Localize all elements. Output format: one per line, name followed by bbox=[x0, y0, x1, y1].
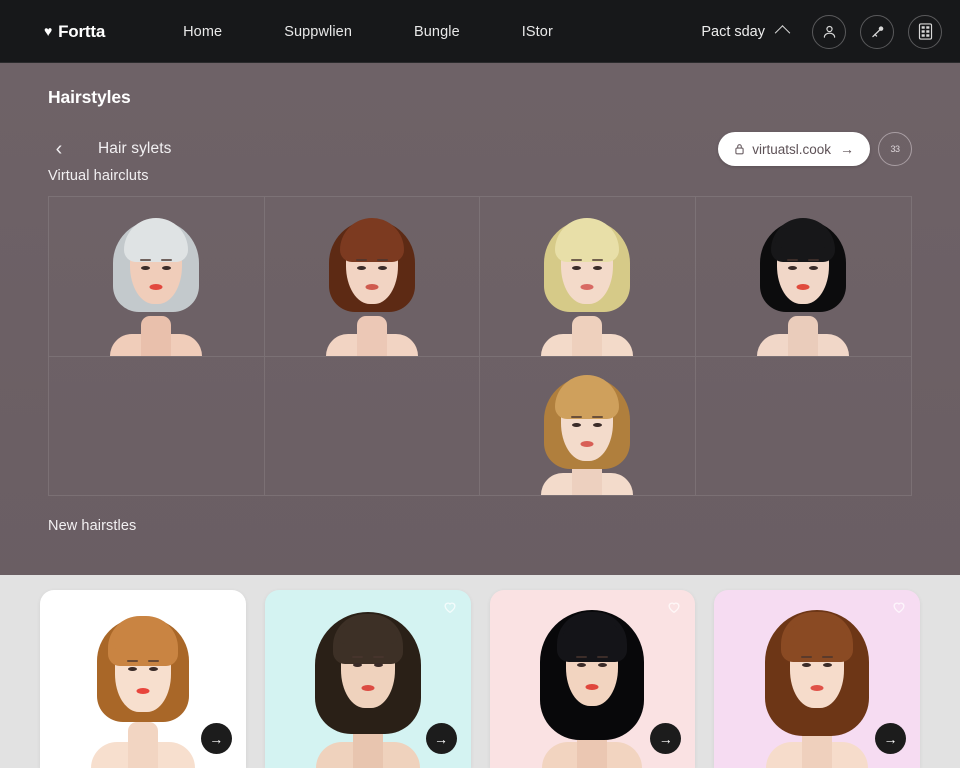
heart-icon[interactable] bbox=[666, 599, 682, 615]
account-icon bbox=[823, 25, 835, 38]
haircut-cell-silver-bob[interactable] bbox=[49, 197, 265, 357]
haircut-cell-empty-1 bbox=[49, 357, 265, 495]
nav-link-home[interactable]: Home bbox=[183, 24, 222, 40]
portrait-black-pixie bbox=[743, 206, 863, 356]
portrait-black-curls bbox=[526, 596, 658, 768]
card-arrow-button[interactable]: → bbox=[650, 723, 682, 754]
breadcrumb-row: ‹ Hair sylets virtuatsl.cook → 33 bbox=[0, 108, 960, 168]
nav-link-suppwlien[interactable]: Suppwlien bbox=[284, 24, 352, 40]
nav-dropdown-label: Pact sday bbox=[701, 23, 765, 40]
page-body: Hairstyles ‹ Hair sylets virtuatsl.cook … bbox=[0, 63, 960, 768]
card-arrow-button[interactable]: → bbox=[425, 723, 457, 754]
chevron-left-icon[interactable]: ‹ bbox=[48, 138, 70, 160]
breadcrumb-actions: virtuatsl.cook → 33 bbox=[718, 132, 912, 166]
grid-panel-icon-button[interactable] bbox=[908, 14, 942, 49]
chevron-up-icon bbox=[774, 25, 791, 41]
haircut-cell-empty-2 bbox=[265, 357, 480, 495]
brand-name: Fortta bbox=[58, 21, 106, 41]
virtual-haircuts-grid bbox=[48, 196, 912, 496]
portrait-brunette-waves bbox=[302, 596, 434, 768]
portrait-auburn-wavy bbox=[751, 596, 883, 768]
nav-link-bungle[interactable]: Bungle bbox=[414, 24, 460, 40]
portrait-ginger-bob bbox=[79, 600, 207, 768]
grid-panel-icon bbox=[918, 23, 932, 40]
page-title: Hairstyles bbox=[48, 87, 131, 107]
brand-logo[interactable]: ♥ Fortta bbox=[44, 22, 105, 42]
haircut-cell-black-pixie[interactable] bbox=[695, 197, 911, 357]
heart-icon[interactable] bbox=[891, 599, 907, 615]
card-arrow-button[interactable]: → bbox=[875, 723, 906, 754]
haircut-cell-blonde-bangs[interactable] bbox=[480, 197, 696, 357]
nav-links: Home Suppwlien Bungle IStor bbox=[183, 24, 553, 40]
arrow-right-icon: → bbox=[840, 141, 854, 157]
lock-icon bbox=[734, 143, 745, 155]
heart-icon: ♥ bbox=[44, 22, 53, 39]
portrait-honey-bob bbox=[535, 363, 639, 495]
portrait-auburn-bob bbox=[312, 206, 432, 356]
new-hairstyles-cards: → → → → bbox=[0, 590, 960, 768]
url-pill-text: virtuatsl.cook bbox=[752, 141, 831, 157]
portrait-blonde-bangs bbox=[527, 206, 647, 356]
key-icon-button[interactable] bbox=[860, 14, 894, 49]
url-pill-button[interactable]: virtuatsl.cook → bbox=[718, 132, 870, 166]
nav-right-group: Pact sday bbox=[701, 14, 942, 49]
hairstyle-card-black-curls[interactable]: → bbox=[489, 590, 696, 768]
card-arrow-button[interactable]: → bbox=[200, 723, 232, 754]
top-navbar: ♥ Fortta Home Suppwlien Bungle IStor Pac… bbox=[0, 0, 960, 63]
ghost-round-button[interactable]: 33 bbox=[878, 132, 912, 166]
hairstyle-card-ginger-bob[interactable]: → bbox=[40, 590, 246, 768]
nav-dropdown-pact-sday[interactable]: Pact sday bbox=[701, 23, 791, 41]
haircut-cell-honey-bob[interactable] bbox=[480, 357, 696, 495]
portrait-silver-bob bbox=[96, 206, 216, 356]
section-label-new: New hairstles bbox=[48, 518, 137, 534]
hairstyle-card-auburn-wavy[interactable]: → bbox=[714, 590, 920, 768]
nav-link-istor[interactable]: IStor bbox=[522, 24, 553, 40]
heart-icon[interactable] bbox=[442, 599, 458, 615]
hairstyle-card-brunette-waves[interactable]: → bbox=[264, 590, 471, 768]
haircut-cell-auburn-bob[interactable] bbox=[264, 197, 480, 357]
haircut-cell-empty-3 bbox=[696, 357, 912, 495]
section-label-virtual: Virtual haircluts bbox=[48, 168, 149, 184]
breadcrumb: Hair sylets bbox=[98, 140, 172, 157]
account-icon-button[interactable] bbox=[812, 14, 846, 49]
key-icon bbox=[871, 26, 883, 38]
